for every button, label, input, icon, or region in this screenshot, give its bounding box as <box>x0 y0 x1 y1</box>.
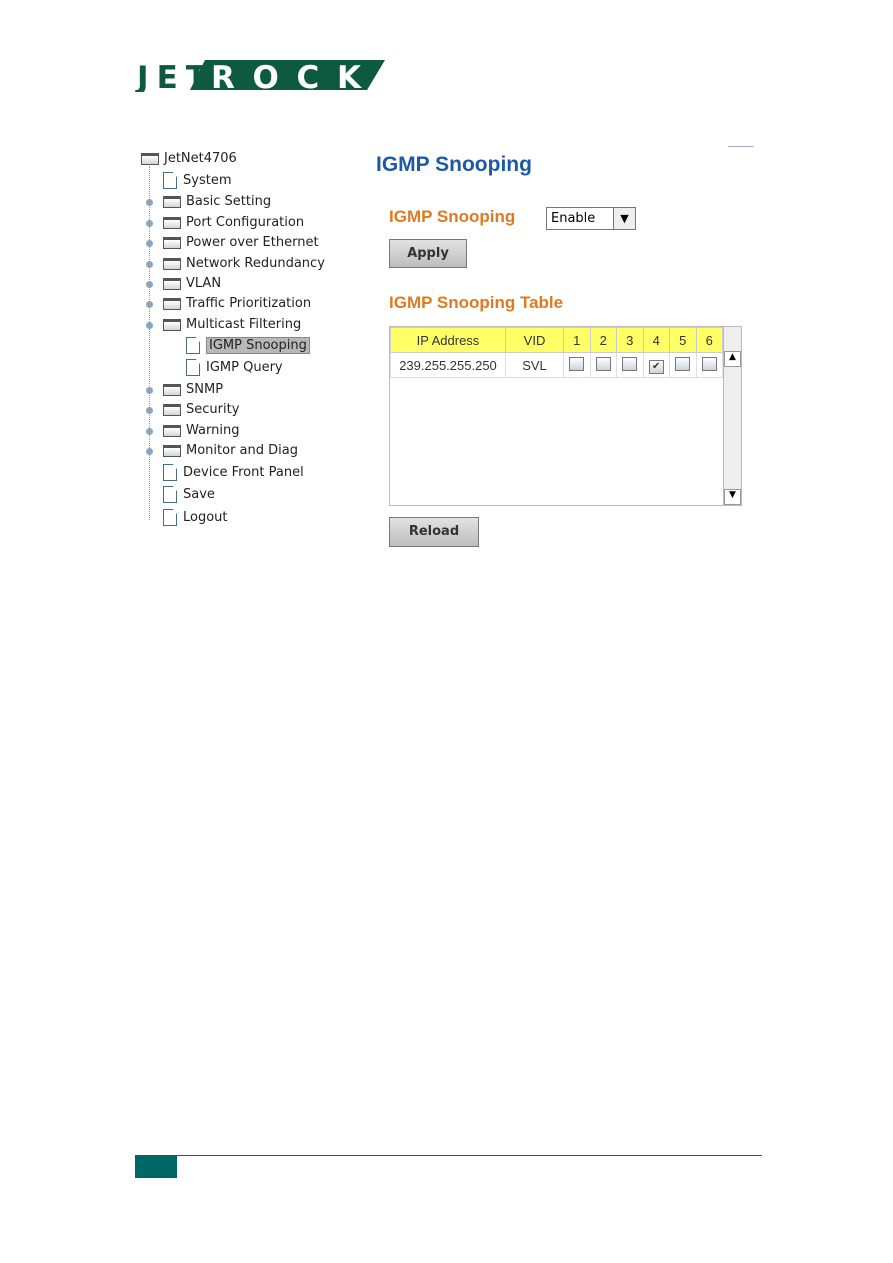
folder-icon <box>163 403 181 416</box>
ip-cell: 239.255.255.250 <box>390 352 506 378</box>
page: JET ROCK JetNet4706 System Basic Setting P… <box>0 0 893 1263</box>
tree-item-label: Power over Ethernet <box>186 235 319 250</box>
folder-icon <box>163 424 181 437</box>
folder-icon <box>163 277 181 290</box>
folder-icon <box>163 216 181 229</box>
footer-line <box>135 1155 762 1156</box>
port-cell: ✔ <box>642 352 670 378</box>
port-3-checkbox[interactable] <box>622 356 638 371</box>
tree-item-label: VLAN <box>186 276 222 291</box>
tree-item[interactable]: Device Front Panel <box>163 464 304 482</box>
tree-item[interactable]: Warning <box>146 422 240 440</box>
document-icon <box>163 464 177 481</box>
tree-item-label: Save <box>183 487 215 502</box>
column-header: 2 <box>589 327 617 353</box>
document-icon <box>186 337 200 354</box>
jetrock-logo: JET ROCK <box>135 60 385 92</box>
tree-item-label: SNMP <box>186 382 224 397</box>
folder-icon <box>163 444 181 457</box>
port-cell <box>563 352 591 378</box>
tree-item[interactable]: VLAN <box>146 275 222 293</box>
tree-item[interactable]: System <box>163 172 231 190</box>
tree-item[interactable]: Multicast Filtering <box>146 316 302 334</box>
tree-item-label: Security <box>186 402 240 417</box>
port-6-checkbox[interactable] <box>701 356 717 371</box>
tree-item-label: Traffic Prioritization <box>186 296 312 311</box>
port-cell <box>616 352 644 378</box>
vid-cell: SVL <box>505 352 564 378</box>
column-header: 6 <box>695 327 723 353</box>
tree-item[interactable]: Network Redundancy <box>146 255 325 273</box>
tree-item-label: Port Configuration <box>186 215 305 230</box>
folder-icon <box>141 152 159 165</box>
tree-item-label: IGMP Snooping <box>206 337 310 354</box>
port-1-checkbox[interactable] <box>569 356 585 371</box>
column-header: 1 <box>563 327 591 353</box>
document-icon <box>163 172 177 189</box>
folder-icon <box>163 236 181 249</box>
tree-item-label: Multicast Filtering <box>186 317 302 332</box>
chevron-down-icon[interactable]: ▼ <box>613 208 635 229</box>
tree-item[interactable]: SNMP <box>146 381 224 399</box>
igmp-snooping-label: IGMP Snooping <box>389 207 516 226</box>
column-header: VID <box>505 327 564 353</box>
port-cell <box>589 352 617 378</box>
port-2-checkbox[interactable] <box>595 356 611 371</box>
port-cell <box>695 352 723 378</box>
column-header: 4 <box>642 327 670 353</box>
select-value: Enable <box>551 211 596 226</box>
tree-item-label: Network Redundancy <box>186 256 325 271</box>
footer-page-box <box>135 1156 177 1178</box>
apply-button[interactable]: Apply <box>389 239 467 268</box>
tree-item[interactable]: IGMP Snooping <box>186 337 310 355</box>
folder-icon <box>163 297 181 310</box>
igmp-table: IP Address VID 1 2 3 4 5 6 239.255.255.250 SVL ✔ ▲… <box>389 326 742 506</box>
igmp-snooping-select[interactable]: Enable ▼ <box>546 207 636 230</box>
tree-item[interactable]: Monitor and Diag <box>146 442 298 460</box>
port-cell <box>669 352 697 378</box>
table-title: IGMP Snooping Table <box>389 293 564 312</box>
tree-item[interactable]: Traffic Prioritization <box>146 295 312 313</box>
tree-item[interactable]: IGMP Query <box>186 359 283 377</box>
tree-item-label: Device Front Panel <box>183 465 304 480</box>
column-header: 3 <box>616 327 644 353</box>
tree-item-label: Basic Setting <box>186 194 272 209</box>
tree-item[interactable]: Logout <box>163 509 228 527</box>
port-5-checkbox[interactable] <box>675 356 691 371</box>
tree-item[interactable]: Save <box>163 486 215 504</box>
tree-item[interactable]: Power over Ethernet <box>146 234 319 252</box>
divider <box>728 146 754 147</box>
folder-icon <box>163 383 181 396</box>
scroll-up-icon[interactable]: ▲ <box>724 351 741 367</box>
tree-item-label: System <box>183 173 232 188</box>
reload-button[interactable]: Reload <box>389 517 479 547</box>
svg-text:JET: JET <box>135 60 207 92</box>
tree-root-label: JetNet4706 <box>164 151 237 166</box>
tree-line <box>149 166 151 520</box>
folder-icon <box>163 195 181 208</box>
scrollbar[interactable]: ▲ ▼ <box>723 327 741 505</box>
tree-item-label: IGMP Query <box>206 360 283 375</box>
column-header: 5 <box>669 327 697 353</box>
tree-item-label: Logout <box>183 510 228 525</box>
tree-item-label: Monitor and Diag <box>186 443 298 458</box>
document-icon <box>163 509 177 526</box>
table-row: 239.255.255.250 SVL ✔ <box>390 352 723 378</box>
page-title: IGMP Snooping <box>376 153 532 176</box>
tree-item-label: Warning <box>186 423 240 438</box>
tree-root[interactable]: JetNet4706 <box>141 150 237 168</box>
tree-item[interactable]: Port Configuration <box>146 214 305 232</box>
folder-icon <box>163 318 181 331</box>
tree-item[interactable]: Basic Setting <box>146 193 272 211</box>
document-icon <box>163 486 177 503</box>
scroll-down-icon[interactable]: ▼ <box>724 489 741 505</box>
port-4-checkbox[interactable]: ✔ <box>648 359 664 374</box>
column-header: IP Address <box>390 327 506 353</box>
document-icon <box>186 359 200 376</box>
tree-item[interactable]: Security <box>146 401 240 419</box>
folder-icon <box>163 257 181 270</box>
